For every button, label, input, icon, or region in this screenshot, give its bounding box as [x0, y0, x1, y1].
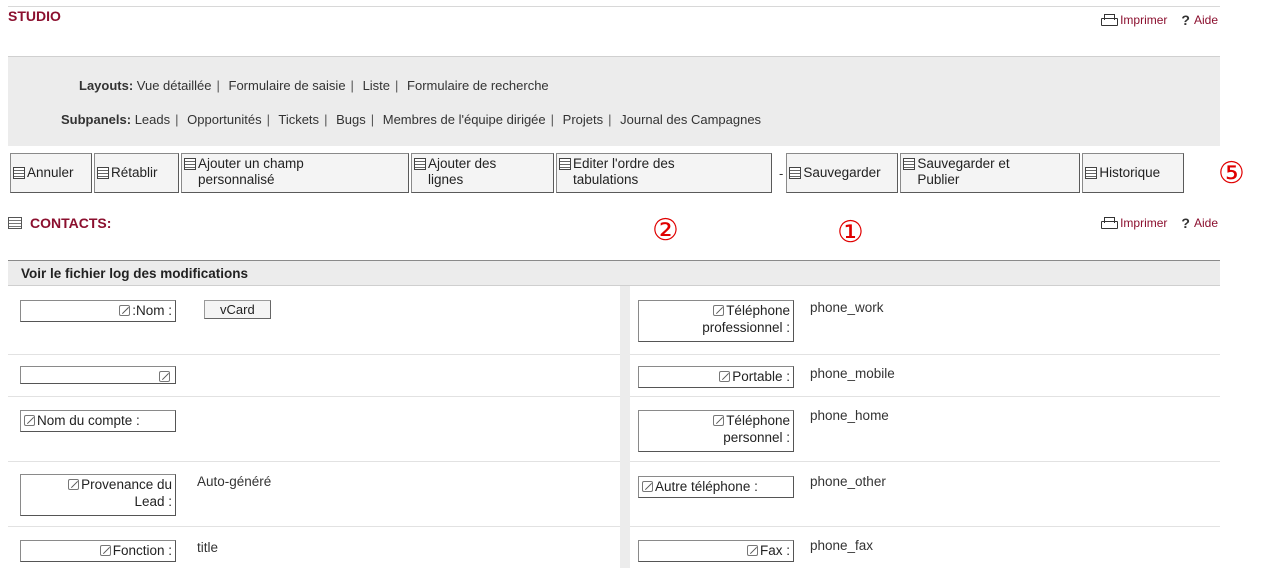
value-autre-telephone: phone_other — [810, 474, 886, 489]
layout-link-search-form[interactable]: Formulaire de recherche — [407, 78, 549, 93]
form-layout: :Nom : vCard Nom du compte : Provenance … — [8, 286, 1220, 568]
vcard-button[interactable]: vCard — [204, 300, 271, 319]
right-column: Téléphone professionnel : phone_work Port… — [630, 286, 1220, 568]
value-fonction: title — [197, 540, 219, 555]
column-gutter — [620, 286, 630, 568]
print-link[interactable]: Imprimer — [1101, 13, 1167, 27]
field-autre-telephone[interactable]: Autre téléphone : — [638, 476, 794, 498]
toolbar: Annuler Rétablir Ajouter un champ personn… — [10, 153, 1186, 193]
cancel-button[interactable]: Annuler — [10, 153, 92, 193]
contacts-icon — [8, 217, 22, 229]
history-button[interactable]: Historique — [1082, 153, 1185, 193]
subpanel-link-projects[interactable]: Projets — [563, 112, 603, 127]
add-field-icon — [184, 158, 196, 170]
top-divider — [8, 6, 1220, 7]
field-fonction[interactable]: Fonction : — [20, 540, 176, 562]
edit-pencil-icon — [713, 415, 725, 426]
field-portable[interactable]: Portable : — [638, 366, 794, 388]
module-help-label: Aide — [1193, 216, 1218, 230]
redo-button[interactable]: Rétablir — [94, 153, 179, 193]
field-provenance[interactable]: Provenance du Lead : — [20, 474, 176, 516]
layouts-nav: Layouts: Vue détaillée | Formulaire de sa… — [79, 78, 549, 93]
add-custom-field-button[interactable]: Ajouter un champ personnalisé — [181, 153, 409, 193]
layout-link-list[interactable]: Liste — [363, 78, 390, 93]
value-provenance: Auto-généré — [197, 474, 272, 489]
history-icon — [1085, 167, 1098, 179]
page-title: STUDIO — [8, 8, 61, 24]
module-title: CONTACTS: — [8, 215, 111, 231]
value-portable: phone_mobile — [810, 366, 895, 381]
module-help-link[interactable]: ? Aide — [1181, 215, 1218, 231]
left-column: :Nom : vCard Nom du compte : Provenance … — [8, 286, 620, 568]
field-empty[interactable] — [20, 366, 176, 384]
printer-icon — [1101, 14, 1119, 26]
value-telephone-perso: phone_home — [810, 408, 889, 423]
field-nom[interactable]: :Nom : — [20, 300, 176, 322]
change-log-header[interactable]: Voir le fichier log des modifications — [8, 260, 1220, 286]
field-nom-du-compte[interactable]: Nom du compte : — [20, 410, 176, 432]
layouts-label: Layouts: — [79, 78, 134, 93]
add-rows-button[interactable]: Ajouter des lignes — [411, 153, 554, 193]
value-telephone-pro: phone_work — [810, 300, 884, 315]
module-print-label: Imprimer — [1120, 216, 1168, 230]
edit-pencil-icon — [159, 371, 170, 382]
save-button[interactable]: Sauvegarder — [786, 153, 899, 193]
toolbar-separator: - — [779, 165, 784, 181]
layouts-panel: Layouts: Vue détaillée | Formulaire de sa… — [8, 56, 1220, 146]
help-icon: ? — [1181, 12, 1190, 28]
tab-order-icon — [559, 158, 571, 170]
edit-pencil-icon — [24, 415, 35, 426]
save-icon — [789, 167, 802, 179]
field-fax[interactable]: Fax : — [638, 540, 794, 562]
edit-pencil-icon — [642, 481, 653, 492]
subpanel-link-team-members[interactable]: Membres de l'équipe dirigée — [383, 112, 546, 127]
subpanel-link-bugs[interactable]: Bugs — [336, 112, 366, 127]
annotation-five: ⑤ — [1218, 156, 1245, 191]
subpanel-link-opportunities[interactable]: Opportunités — [187, 112, 261, 127]
module-print-link[interactable]: Imprimer — [1101, 216, 1167, 230]
help-icon: ? — [1181, 215, 1190, 231]
help-label: Aide — [1193, 13, 1218, 27]
edit-pencil-icon — [68, 479, 80, 490]
header-actions: Imprimer ? Aide — [1101, 12, 1218, 28]
redo-icon — [97, 167, 109, 179]
undo-icon — [13, 167, 25, 179]
print-label: Imprimer — [1120, 13, 1168, 27]
edit-pencil-icon — [719, 371, 731, 382]
edit-pencil-icon — [746, 545, 758, 556]
edit-tab-order-button[interactable]: Editer l'ordre des tabulations — [556, 153, 772, 193]
help-link[interactable]: ? Aide — [1181, 12, 1218, 28]
printer-icon — [1101, 217, 1119, 229]
module-actions: Imprimer ? Aide — [1101, 215, 1218, 231]
layout-link-edit-form[interactable]: Formulaire de saisie — [229, 78, 346, 93]
edit-pencil-icon — [713, 305, 725, 316]
publish-icon — [903, 158, 916, 170]
field-telephone-pro[interactable]: Téléphone professionnel : — [638, 300, 794, 342]
subpanels-nav: Subpanels: Leads | Opportunités | Tickets |… — [61, 112, 762, 127]
field-telephone-perso[interactable]: Téléphone personnel : — [638, 410, 794, 452]
subpanel-link-campaign-log[interactable]: Journal des Campagnes — [620, 112, 761, 127]
annotation-one: ① — [837, 215, 864, 250]
edit-pencil-icon — [99, 545, 111, 556]
edit-pencil-icon — [119, 305, 131, 316]
layout-link-detail[interactable]: Vue détaillée — [137, 78, 212, 93]
save-publish-button[interactable]: Sauvegarder et Publier — [900, 153, 1081, 193]
value-fax: phone_fax — [810, 538, 874, 553]
subpanel-link-tickets[interactable]: Tickets — [278, 112, 319, 127]
annotation-two: ② — [652, 213, 679, 248]
add-rows-icon — [414, 158, 426, 170]
subpanels-label: Subpanels: — [61, 112, 132, 127]
subpanel-link-leads[interactable]: Leads — [135, 112, 170, 127]
